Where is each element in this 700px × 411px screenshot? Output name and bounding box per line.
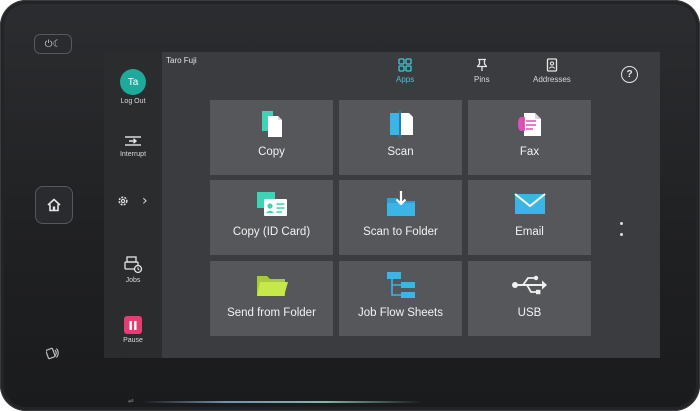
chevron-right-icon: ›	[142, 193, 148, 209]
app-scan-label: Scan	[387, 146, 414, 158]
nfc-icon	[46, 347, 59, 360]
logout-button[interactable]: Ta Log Out	[104, 69, 162, 105]
jobs-label: Jobs	[125, 277, 141, 284]
apps-grid-icon	[398, 58, 412, 72]
app-usb-label: USB	[517, 307, 542, 319]
copy-icon	[261, 111, 282, 137]
app-copy-id-card-label: Copy (ID Card)	[232, 226, 311, 238]
app-scan[interactable]: Scan	[339, 100, 462, 175]
touch-screen: Ta Log Out Interrupt › Jobs Pause Taro F…	[104, 52, 660, 358]
email-icon	[513, 193, 546, 214]
app-send-from-folder-label: Send from Folder	[227, 307, 316, 319]
fax-icon	[517, 113, 541, 136]
sidebar: Ta Log Out Interrupt › Jobs Pause	[104, 52, 162, 358]
pause-label: Pause	[123, 337, 143, 344]
logout-label: Log Out	[120, 98, 146, 105]
more-dot-icon	[619, 222, 623, 225]
app-scan-to-folder[interactable]: Scan to Folder	[339, 180, 462, 255]
printer-control-panel: ⏻☾ ⇌ Ta Log Out Interrupt › Jobs Pause T…	[0, 0, 700, 411]
app-usb[interactable]: USB	[468, 261, 591, 336]
app-copy-id-card[interactable]: Copy (ID Card)	[210, 180, 333, 255]
app-email[interactable]: Email	[468, 180, 591, 255]
app-scan-to-folder-label: Scan to Folder	[363, 226, 438, 238]
tab-pins[interactable]: Pins	[474, 58, 490, 84]
usb-port-icon: ⇌	[128, 397, 134, 405]
app-copy-label: Copy	[258, 146, 285, 158]
home-button[interactable]	[35, 186, 73, 224]
pin-icon	[476, 58, 487, 71]
user-name: Taro Fuji	[166, 56, 197, 65]
app-copy[interactable]: Copy	[210, 100, 333, 175]
jobs-icon	[124, 256, 143, 274]
interrupt-label: Interrupt	[119, 151, 147, 158]
app-send-from-folder[interactable]: Send from Folder	[210, 261, 333, 336]
tab-apps[interactable]: Apps	[396, 58, 414, 84]
tab-pins-label: Pins	[474, 75, 490, 84]
app-email-label: Email	[515, 226, 544, 238]
id-card-copy-icon	[256, 192, 287, 216]
status-glow	[142, 401, 422, 403]
app-job-flow-sheets[interactable]: Job Flow Sheets	[339, 261, 462, 336]
pause-button[interactable]: Pause	[104, 316, 162, 344]
jobs-button[interactable]: Jobs	[104, 256, 162, 284]
usb-icon	[511, 275, 547, 295]
status-light-strip: ⇌	[128, 397, 488, 405]
send-from-folder-icon	[256, 276, 288, 296]
gear-icon	[118, 196, 128, 206]
interrupt-button[interactable]: Interrupt	[104, 134, 162, 158]
address-book-icon	[546, 58, 558, 72]
scan-icon	[389, 111, 413, 137]
scan-to-folder-icon	[386, 191, 415, 216]
interrupt-icon	[125, 136, 141, 146]
avatar: Ta	[120, 69, 146, 95]
help-icon: ?	[626, 69, 633, 80]
nfc-reader	[44, 344, 62, 362]
tab-addresses-label: Addresses	[533, 75, 571, 84]
home-icon	[47, 198, 61, 212]
power-sleep-icon: ⏻☾	[44, 38, 62, 50]
device-settings-button[interactable]: ›	[116, 193, 148, 209]
app-fax[interactable]: Fax	[468, 100, 591, 175]
tab-apps-label: Apps	[396, 75, 415, 84]
app-fax-label: Fax	[519, 146, 540, 158]
help-button[interactable]: ?	[621, 66, 638, 83]
more-options-button[interactable]	[619, 222, 623, 236]
more-dot-icon	[619, 233, 623, 236]
app-job-flow-sheets-label: Job Flow Sheets	[357, 307, 443, 319]
job-flow-icon	[386, 272, 415, 298]
tab-addresses[interactable]: Addresses	[533, 58, 571, 84]
pause-icon	[124, 316, 142, 334]
power-button[interactable]: ⏻☾	[34, 34, 72, 54]
